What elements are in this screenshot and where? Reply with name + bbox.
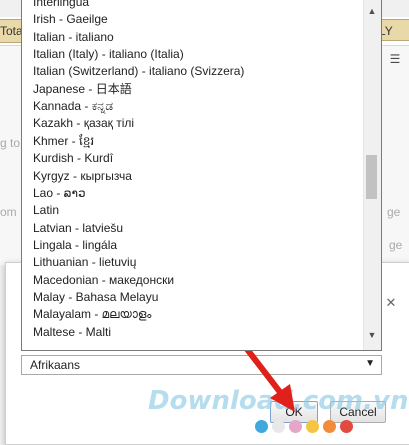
scroll-up-icon[interactable]: ▲ [364, 6, 380, 20]
dropdown-option[interactable]: Kazakh - қазақ тілі [33, 115, 134, 132]
watermark-dots [255, 420, 357, 436]
close-icon[interactable]: ✕ [384, 296, 398, 310]
dropdown-option[interactable]: Khmer - ខ្មែរ [33, 133, 94, 150]
dropdown-option[interactable]: Interlingua [33, 0, 89, 11]
dropdown-option[interactable]: Lingala - lingála [33, 237, 117, 254]
background-menu-icon: ☰ [389, 52, 401, 66]
dropdown-option[interactable]: Macedonian - македонски [33, 272, 174, 289]
language-dropdown-list[interactable]: Interlingua Irish - Gaeilge Italian - ital… [21, 0, 382, 351]
dropdown-option[interactable]: Malay - Bahasa Melayu [33, 289, 158, 306]
dropdown-option[interactable]: Malayalam - മലയാളം [33, 306, 151, 323]
watermark-dot [323, 420, 336, 433]
dropdown-option[interactable]: Latvian - latviešu [33, 220, 123, 237]
watermark-dot [289, 420, 302, 433]
dropdown-option[interactable]: Maltese - Malti [33, 324, 111, 341]
dropdown-option[interactable]: Italian (Switzerland) - italiano (Svizze… [33, 63, 244, 80]
watermark-dot [340, 420, 353, 433]
scrollbar[interactable]: ▲ ▼ [363, 0, 381, 350]
background-hint-text: ge [387, 205, 401, 219]
background-hint-text: om [0, 205, 17, 219]
dropdown-option[interactable]: Kurdish - Kurdî [33, 150, 113, 167]
dropdown-option[interactable]: Lao - ລາວ [33, 185, 86, 202]
dropdown-option[interactable]: Lithuanian - lietuvių [33, 254, 136, 271]
watermark-dot [306, 420, 319, 433]
background-hint-text: ge [389, 238, 403, 252]
dropdown-option[interactable]: Italian - italiano [33, 29, 114, 46]
scroll-down-icon[interactable]: ▼ [364, 330, 380, 344]
dropdown-option[interactable]: Irish - Gaeilge [33, 11, 108, 28]
watermark-dot [272, 420, 285, 433]
dropdown-option[interactable]: Kannada - ಕನ್ನಡ [33, 98, 113, 115]
watermark-logo: Download.com.vn [148, 386, 409, 416]
dropdown-option[interactable]: Japanese - 日本語 [33, 81, 132, 98]
dropdown-option[interactable]: Kyrgyz - кыргызча [33, 168, 132, 185]
background-hint-text: g to [0, 136, 21, 150]
language-select[interactable]: Afrikaans ▼ [21, 355, 382, 375]
scrollbar-thumb[interactable] [366, 155, 377, 199]
selected-language: Afrikaans [30, 358, 81, 372]
dropdown-option[interactable]: Latin [33, 202, 59, 219]
watermark-dot [255, 420, 268, 433]
chevron-down-icon: ▼ [365, 358, 375, 369]
dropdown-option[interactable]: Italian (Italy) - italiano (Italia) [33, 46, 184, 63]
